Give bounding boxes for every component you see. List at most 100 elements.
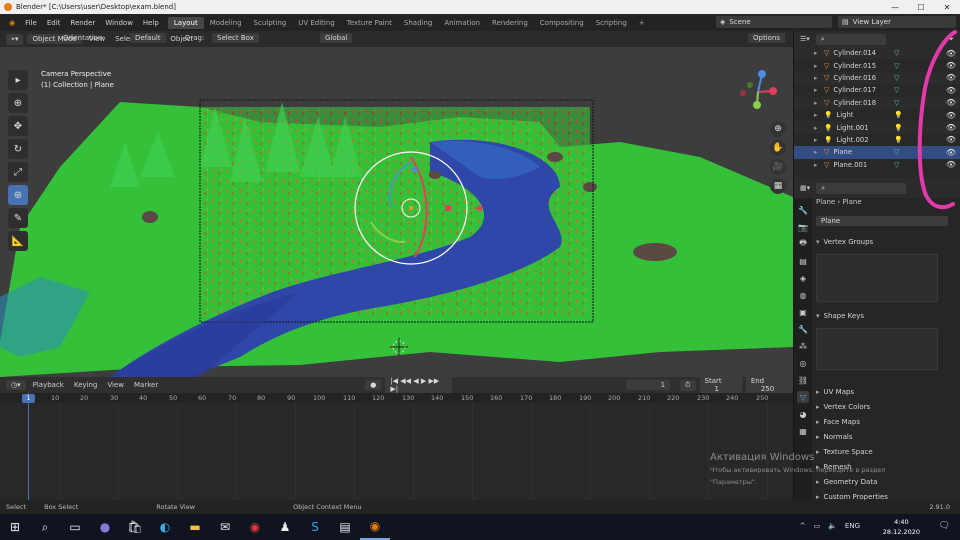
add-menu[interactable]: Add [144, 35, 164, 43]
modifier-tab-icon[interactable]: 🔧 [797, 323, 809, 335]
task-view-icon[interactable]: ▭ [60, 514, 90, 540]
expand-arrow-icon[interactable]: ▸ [814, 111, 817, 119]
expand-arrow-icon[interactable]: ▸ [814, 99, 817, 107]
maximize-button[interactable]: ☐ [908, 3, 934, 12]
view-layer-tab-icon[interactable]: ▤ [797, 255, 809, 267]
select-tool-icon[interactable]: ▸ [8, 70, 28, 90]
view-layer-selector[interactable]: ▤ View Layer [838, 16, 956, 28]
perspective-toggle-icon[interactable]: ▦ [770, 178, 786, 194]
expand-arrow-icon[interactable]: ▸ [814, 86, 817, 94]
mesh-data-icon[interactable]: ▽ [894, 86, 899, 94]
navigation-gizmo[interactable] [733, 67, 783, 117]
mesh-data-icon[interactable]: ▽ [894, 62, 899, 70]
mail-icon[interactable]: ✉ [210, 514, 240, 540]
start-button-icon[interactable]: ⊞ [0, 514, 30, 540]
constraints-tab-icon[interactable]: ⛓ [797, 374, 809, 386]
light-data-icon[interactable]: 💡 [894, 136, 903, 144]
shape-keys-header[interactable]: Shape Keys [816, 310, 956, 322]
menu-window[interactable]: Window [100, 19, 138, 27]
mesh-data-icon[interactable]: ▽ [894, 99, 899, 107]
transform-tool-icon[interactable]: ⊛ [8, 185, 28, 205]
tab-sculpting[interactable]: Sculpting [248, 17, 293, 29]
shape-keys-list[interactable] [816, 328, 938, 370]
properties-type-icon[interactable]: ▦▾ [800, 184, 810, 192]
start-frame-field[interactable]: Start 1 [699, 376, 742, 394]
collapsed-panel-header[interactable]: Vertex Colors [816, 399, 956, 414]
scale-tool-icon[interactable]: ⤢ [8, 162, 28, 182]
timeline-editor-type-icon[interactable]: ◷▾ [6, 380, 26, 390]
end-frame-field[interactable]: End 250 [745, 376, 793, 394]
physics-tab-icon[interactable]: ◎ [797, 357, 809, 369]
camera-view-icon[interactable]: 🎥 [770, 159, 786, 175]
output-tab-icon[interactable]: 🖶 [797, 238, 809, 250]
light-data-icon[interactable]: 💡 [894, 124, 903, 132]
record-button[interactable]: ● [365, 380, 382, 390]
pan-icon[interactable]: ✋ [770, 140, 786, 156]
add-workspace-button[interactable]: + [633, 17, 651, 29]
expand-arrow-icon[interactable]: ▸ [814, 161, 817, 169]
zoom-icon[interactable]: ⊕ [770, 121, 786, 137]
rotate-tool-icon[interactable]: ↻ [8, 139, 28, 159]
clock-icon[interactable]: ⏱ [680, 379, 696, 391]
tab-shading[interactable]: Shading [398, 17, 438, 29]
mesh-data-icon[interactable]: ▽ [894, 74, 899, 82]
material-tab-icon[interactable]: ◕ [797, 408, 809, 420]
outliner-search-icon[interactable]: ⌕ [815, 33, 886, 45]
skype-icon[interactable]: S [300, 514, 330, 540]
tab-texture-paint[interactable]: Texture Paint [341, 17, 398, 29]
game-app-icon[interactable]: ♟ [270, 514, 300, 540]
cursor-tool-icon[interactable]: ⊕ [8, 93, 28, 113]
world-tab-icon[interactable]: ◍ [797, 289, 809, 301]
outliner-type-icon[interactable]: ☰▾ [800, 35, 810, 43]
render-tab-icon[interactable]: 📷 [797, 221, 809, 233]
properties-search-icon[interactable]: ⌕ [816, 182, 907, 194]
vertex-groups-list[interactable] [816, 254, 938, 302]
expand-arrow-icon[interactable]: ▸ [814, 136, 817, 144]
view-menu[interactable]: View [86, 35, 109, 43]
menu-help[interactable]: Help [138, 19, 164, 27]
mesh-data-icon[interactable]: ▽ [894, 49, 899, 57]
mesh-data-icon[interactable]: ▽ [894, 148, 899, 156]
editor-type-icon[interactable]: ⌖▾ [6, 33, 24, 45]
move-tool-icon[interactable]: ✥ [8, 116, 28, 136]
collapsed-panel-header[interactable]: Face Maps [816, 414, 956, 429]
close-button[interactable]: ✕ [934, 3, 960, 12]
frame-ruler[interactable]: 1 10 20 30 40 50 60 70 80 90 100 110 120… [0, 393, 793, 403]
record-app-icon[interactable]: ◉ [240, 514, 270, 540]
object-tab-icon[interactable]: ▣ [797, 306, 809, 318]
measure-tool-icon[interactable]: 📐 [8, 231, 28, 251]
expand-arrow-icon[interactable]: ▸ [814, 49, 817, 57]
light-data-icon[interactable]: 💡 [894, 111, 903, 119]
tab-rendering[interactable]: Rendering [486, 17, 534, 29]
collapsed-panel-header[interactable]: Normals [816, 429, 956, 444]
menu-edit[interactable]: Edit [42, 19, 66, 27]
object-mode-dropdown[interactable]: Object Mode [27, 34, 82, 44]
particles-tab-icon[interactable]: ⁂ [797, 340, 809, 352]
keying-menu[interactable]: Keying [71, 381, 101, 389]
notifications-icon[interactable]: 🗨 [939, 521, 950, 531]
object-menu[interactable]: Object [167, 35, 196, 43]
annotate-tool-icon[interactable]: ✎ [8, 208, 28, 228]
tray-arrow-icon[interactable]: ^ [800, 522, 806, 530]
clock[interactable]: 4:40 28.12.2020 [883, 517, 920, 537]
tab-layout[interactable]: Layout [167, 16, 204, 29]
blender-taskbar-icon[interactable]: ◉ [360, 514, 390, 540]
mesh-data-icon[interactable]: ▽ [894, 161, 899, 169]
blender-menu-icon[interactable]: ◉ [4, 19, 20, 27]
tab-animation[interactable]: Animation [438, 17, 486, 29]
playback-controls[interactable]: |◀ ◀◀ ◀ ▶ ▶▶ ▶| [385, 376, 452, 394]
tool-tab-icon[interactable]: 🔧 [797, 204, 809, 216]
data-tab-icon[interactable]: ▽ [797, 391, 809, 403]
app-circle-icon[interactable]: ● [90, 514, 120, 540]
expand-arrow-icon[interactable]: ▸ [814, 148, 817, 156]
playback-menu[interactable]: Playback [30, 381, 67, 389]
menu-render[interactable]: Render [65, 19, 100, 27]
language-indicator[interactable]: ENG [845, 522, 860, 530]
current-frame-field[interactable]: 1 [625, 380, 671, 390]
marker-menu[interactable]: Marker [131, 381, 161, 389]
tab-uv-editing[interactable]: UV Editing [292, 17, 341, 29]
timeline-view-menu[interactable]: View [104, 381, 127, 389]
minimize-button[interactable]: — [882, 3, 908, 12]
scene-tab-icon[interactable]: ◈ [797, 272, 809, 284]
expand-arrow-icon[interactable]: ▸ [814, 62, 817, 70]
